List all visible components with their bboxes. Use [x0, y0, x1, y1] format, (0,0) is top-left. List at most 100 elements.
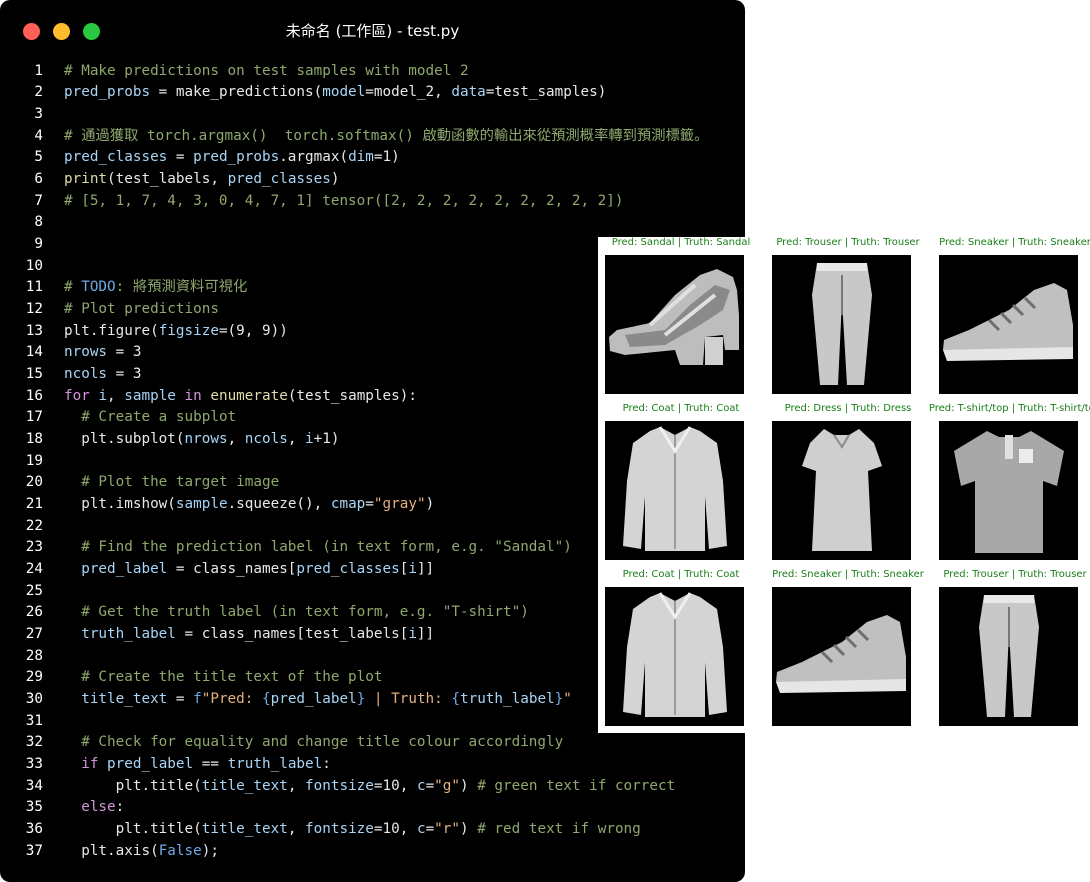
line-number: 20 [25, 474, 43, 491]
code-token: : 將預測資料可視化 [115, 279, 248, 296]
code-text: # Check for equality and change title co… [64, 732, 563, 754]
code-token: ncols [244, 430, 288, 447]
code-token: ncols [64, 365, 108, 382]
code-token: # 通過獲取 torch.argmax() torch.softmax() 啟動… [64, 127, 709, 144]
line-number: 32 [25, 734, 43, 751]
line-number: 13 [25, 322, 43, 339]
code-token: plt.figure( [64, 322, 159, 339]
code-token: | Truth: [365, 690, 452, 707]
code-token: "gray" [373, 495, 426, 512]
code-token: "g" [434, 777, 460, 794]
window-title: 未命名 (工作區) - test.py [285, 22, 460, 40]
code-token: # red text if wrong [477, 820, 641, 837]
line-number: 26 [25, 604, 43, 621]
code-token: } [356, 690, 366, 707]
line-number: 28 [25, 647, 43, 664]
code-token: i [305, 430, 314, 447]
line-number: 3 [34, 105, 43, 122]
code-token: sample [175, 495, 228, 512]
code-token: = [365, 495, 374, 512]
line-number: 22 [25, 517, 43, 534]
sandal-image [605, 255, 744, 394]
code-token: ) [425, 495, 435, 512]
code-token: i [408, 560, 417, 577]
code-token: i [408, 625, 417, 642]
code-text: plt.title(title_text, fontsize=10, c="g"… [64, 776, 676, 798]
code-token: =10, [373, 820, 417, 837]
line-number: 10 [25, 257, 43, 274]
line-number: 12 [25, 300, 43, 317]
line-number: 6 [34, 170, 43, 187]
code-token: fontsize [305, 820, 374, 837]
line-number: 14 [25, 344, 43, 361]
code-token: plt.title( [64, 777, 202, 794]
code-text: for i, sample in enumerate(test_samples)… [64, 386, 417, 408]
code-token: pred_classes [227, 170, 331, 187]
code-token: # Get the truth label (in text form, e.g… [81, 604, 529, 621]
subplot-panel: Pred: Trouser | Truth: Trouser [765, 237, 931, 403]
code-text: # Make predictions on test samples with … [64, 61, 469, 83]
line-number: 35 [25, 799, 43, 816]
code-token: = 3 [107, 344, 142, 361]
sneaker-image [939, 255, 1078, 394]
code-text: plt.imshow(sample.squeeze(), cmap="gray"… [64, 494, 434, 516]
line-number: 16 [25, 387, 43, 404]
line-number: 33 [25, 755, 43, 772]
code-token: = 3 [107, 365, 142, 382]
code-token: =1) [373, 149, 400, 166]
code-token: # [5, 1, 7, 4, 3, 0, 4, 7, 1] tensor([2,… [64, 192, 624, 209]
line-number: 23 [25, 539, 43, 556]
code-text: pred_classes = pred_probs.argmax(dim=1) [64, 147, 400, 169]
code-token: , [287, 430, 306, 447]
code-text: plt.axis(False); [64, 841, 219, 863]
subplot-panel: Pred: Coat | Truth: Coat [598, 569, 764, 735]
code-text: plt.subplot(nrows, ncols, i+1) [64, 429, 339, 451]
code-token: (test_samples): [287, 387, 417, 404]
code-token: sample [124, 387, 176, 404]
line-number: 1 [34, 62, 43, 79]
code-token: dim [348, 149, 374, 166]
code-token: ) [460, 777, 478, 794]
code-token: c [416, 777, 426, 794]
line-number: 37 [25, 842, 43, 859]
code-token: # green text if correct [477, 777, 676, 794]
line-number: 4 [34, 127, 43, 144]
code-token: ) [460, 820, 478, 837]
code-token: fontsize [305, 777, 374, 794]
code-token: =model_2, [365, 84, 452, 101]
code-token: plt.subplot( [64, 430, 185, 447]
code-token: ]] [416, 560, 435, 577]
line-number: 8 [34, 214, 43, 231]
line-number: 27 [25, 625, 43, 642]
line-number: 36 [25, 820, 43, 837]
line-number: 17 [25, 409, 43, 426]
plot-figure: Pred: Sandal | Truth: Sandal Pred: Trous… [598, 237, 1090, 733]
code-token: plt.title( [64, 820, 202, 837]
code-token: cmap [330, 495, 366, 512]
code-token: model [322, 84, 366, 101]
line-number: 24 [25, 560, 43, 577]
code-token: : [115, 799, 125, 816]
code-token: plt.axis( [64, 842, 159, 859]
code-token: .squeeze(), [227, 495, 331, 512]
subplot-panel: Pred: Trouser | Truth: Trouser [932, 569, 1090, 735]
code-token: = class_names[test_labels[ [175, 625, 409, 642]
subplot-panel: Pred: T-shirt/top | Truth: T-shirt/top [929, 403, 1090, 569]
line-number: 34 [25, 777, 43, 794]
code-token: = [425, 777, 435, 794]
code-token: =test_samples) [485, 84, 607, 101]
code-token: (test_labels, [107, 170, 228, 187]
line-number: 9 [34, 235, 43, 252]
code-token: , [227, 430, 245, 447]
